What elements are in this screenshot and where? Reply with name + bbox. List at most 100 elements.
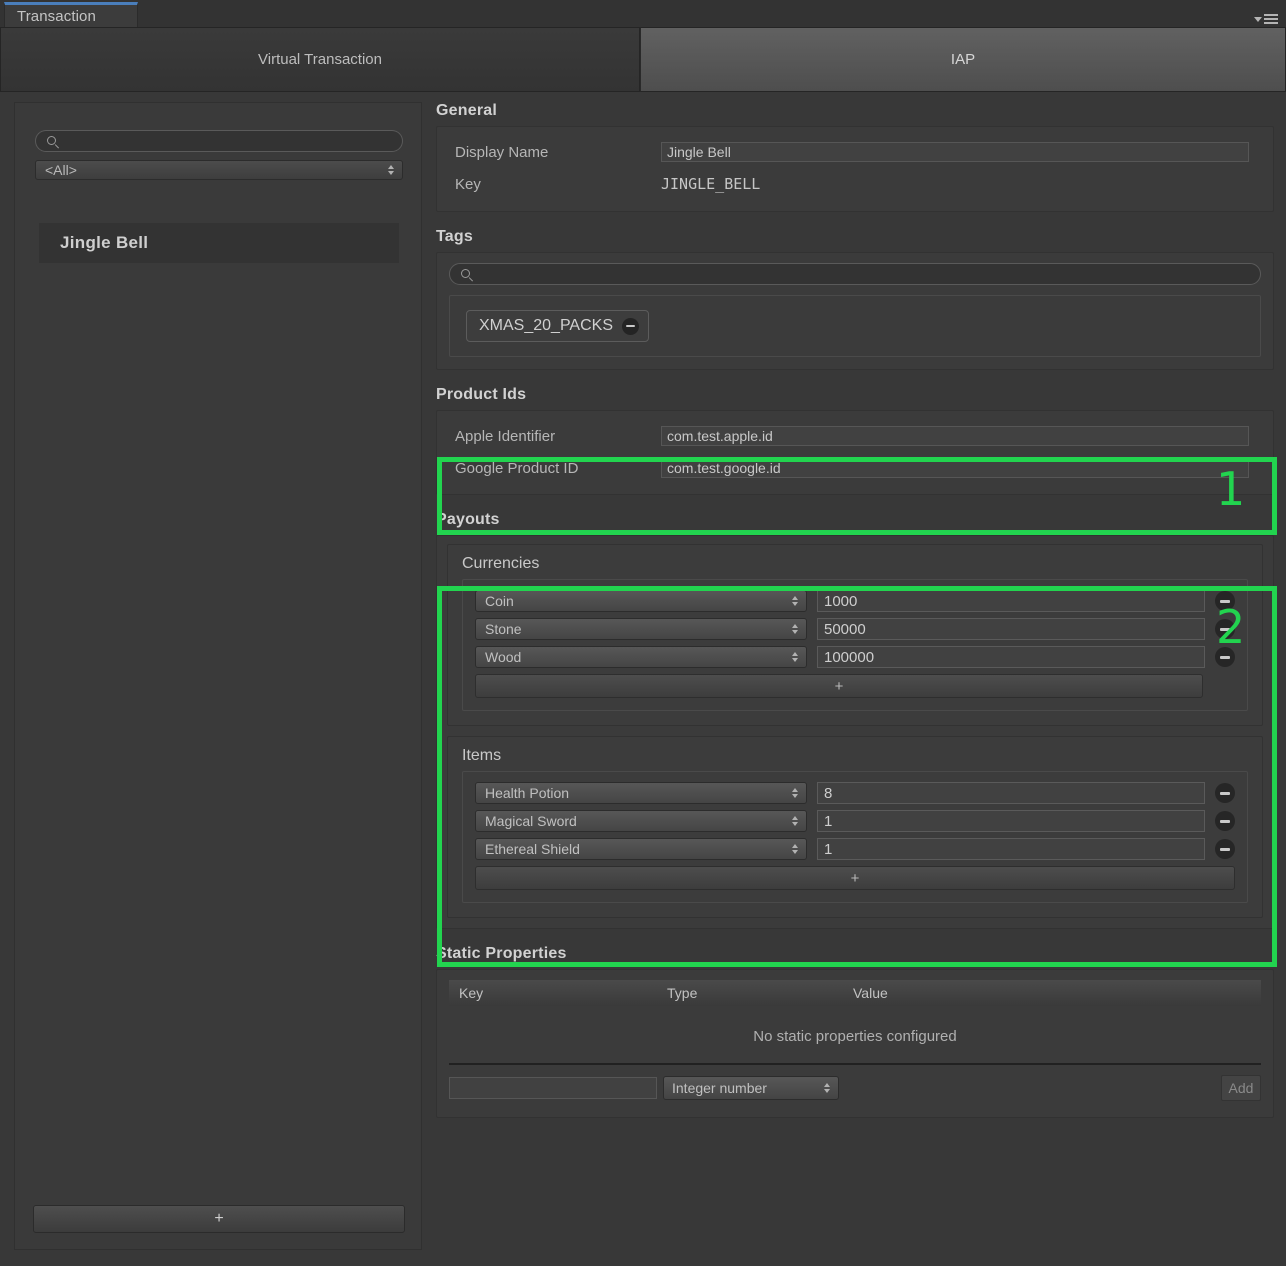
annotation-number-1: 1	[1216, 462, 1246, 516]
dropdown-arrows-icon	[792, 652, 798, 662]
transaction-list-sidebar: <All> Jingle Bell +	[14, 102, 422, 1250]
item-amount-value: 8	[824, 784, 833, 802]
chevron-down-icon	[1254, 16, 1262, 22]
list-item-label: Jingle Bell	[60, 233, 149, 252]
currency-select[interactable]: Wood	[475, 646, 807, 668]
sidebar-filter-dropdown[interactable]: <All>	[35, 160, 403, 180]
static-properties-header: Key Type Value	[449, 980, 1261, 1006]
item-select-value: Magical Sword	[485, 813, 577, 829]
currency-select-value: Coin	[485, 593, 514, 609]
static-properties-section-title: Static Properties	[436, 945, 567, 962]
currency-amount-field[interactable]: 100000	[817, 646, 1205, 668]
display-name-row: Display Name Jingle Bell	[437, 139, 1273, 165]
tag-chip-label: XMAS_20_PACKS	[479, 317, 613, 334]
add-transaction-label: +	[214, 1210, 224, 1227]
tab-virtual-transaction[interactable]: Virtual Transaction	[0, 27, 640, 92]
google-product-id-value: com.test.google.id	[667, 460, 781, 476]
currency-amount-value: 100000	[824, 648, 875, 666]
add-item-label: +	[850, 869, 860, 887]
search-icon	[461, 269, 470, 278]
google-product-id-field[interactable]: com.test.google.id	[661, 458, 1249, 478]
payout-row: Magical Sword 1	[475, 810, 1235, 832]
tab-iap-label: IAP	[950, 51, 976, 68]
payouts-panel: Currencies Coin 1000 Stone 50000 Wood 10…	[436, 535, 1274, 929]
static-properties-add-row: Integer number Add	[437, 1065, 1273, 1115]
currency-select[interactable]: Coin	[475, 590, 807, 612]
add-transaction-button[interactable]: +	[33, 1205, 405, 1233]
dropdown-arrows-icon	[792, 596, 798, 606]
payout-row: Coin 1000	[475, 590, 1235, 612]
key-value: JINGLE_BELL	[661, 175, 761, 193]
key-row: Key JINGLE_BELL	[437, 171, 1273, 197]
search-input[interactable]	[35, 130, 375, 152]
add-property-label: Add	[1228, 1080, 1254, 1096]
display-name-field[interactable]: Jingle Bell	[661, 142, 1249, 162]
window-options-menu[interactable]	[1254, 14, 1278, 24]
list-item[interactable]: Jingle Bell	[39, 223, 399, 263]
new-property-key-input[interactable]	[449, 1077, 657, 1099]
item-amount-value: 1	[824, 840, 833, 858]
transaction-type-tabstrip: Virtual Transaction IAP	[0, 27, 1286, 92]
currency-select[interactable]: Stone	[475, 618, 807, 640]
hamburger-menu-icon	[1264, 14, 1278, 24]
currency-amount-field[interactable]: 1000	[817, 590, 1205, 612]
payout-row: Health Potion 8	[475, 782, 1235, 804]
static-properties-panel: Key Type Value No static properties conf…	[436, 969, 1274, 1118]
item-amount-value: 1	[824, 812, 833, 830]
item-select[interactable]: Health Potion	[475, 782, 807, 804]
remove-item-icon[interactable]	[1215, 811, 1235, 831]
general-section-title: General	[436, 102, 497, 119]
key-label: Key	[455, 175, 481, 193]
inspector-column: General Display Name Jingle Bell Key JIN…	[436, 102, 1274, 1118]
add-currency-button[interactable]: +	[475, 674, 1203, 698]
dropdown-arrows-icon	[792, 816, 798, 826]
items-rows: Health Potion 8 Magical Sword 1 Ethereal…	[462, 771, 1248, 903]
apple-identifier-field[interactable]: com.test.apple.id	[661, 426, 1249, 446]
add-item-button[interactable]: +	[475, 866, 1235, 890]
tags-section-title: Tags	[436, 228, 473, 245]
payouts-section-title: Payouts	[436, 511, 500, 528]
payout-row: Stone 50000	[475, 618, 1235, 640]
items-panel: Items Health Potion 8 Magical Sword 1 Et…	[447, 736, 1263, 918]
new-property-type-value: Integer number	[672, 1080, 767, 1096]
currencies-label: Currencies	[462, 555, 540, 572]
new-property-type-select[interactable]: Integer number	[663, 1076, 839, 1100]
search-icon	[47, 136, 56, 145]
item-select[interactable]: Ethereal Shield	[475, 838, 807, 860]
item-select-value: Health Potion	[485, 785, 570, 801]
currency-amount-field[interactable]: 50000	[817, 618, 1205, 640]
apple-identifier-value: com.test.apple.id	[667, 428, 773, 444]
item-amount-field[interactable]: 1	[817, 810, 1205, 832]
item-amount-field[interactable]: 8	[817, 782, 1205, 804]
display-name-label: Display Name	[455, 143, 549, 161]
window-titlebar: Transaction	[0, 0, 1286, 27]
currency-select-value: Stone	[485, 621, 522, 637]
remove-item-icon[interactable]	[1215, 783, 1235, 803]
dropdown-arrows-icon	[824, 1083, 830, 1093]
google-product-id-row: Google Product ID com.test.google.id	[437, 455, 1273, 481]
tab-virtual-transaction-label: Virtual Transaction	[258, 51, 382, 68]
window-tab-label: Transaction	[17, 7, 96, 25]
window-tab-transaction[interactable]: Transaction	[4, 2, 138, 27]
google-product-id-label: Google Product ID	[455, 459, 579, 477]
product-ids-section-title: Product Ids	[436, 386, 527, 403]
dropdown-arrows-icon	[792, 624, 798, 634]
search-clear-button[interactable]	[373, 130, 403, 152]
dropdown-arrows-icon	[388, 165, 394, 175]
item-amount-field[interactable]: 1	[817, 838, 1205, 860]
tag-search-input[interactable]	[449, 263, 1261, 285]
product-ids-panel: Apple Identifier com.test.apple.id Googl…	[436, 410, 1274, 495]
tab-iap[interactable]: IAP	[640, 27, 1286, 92]
item-select[interactable]: Magical Sword	[475, 810, 807, 832]
unity-transaction-editor-window: Transaction Virtual Transaction IAP <All…	[0, 0, 1286, 1266]
remove-tag-icon[interactable]	[622, 317, 639, 335]
remove-item-icon[interactable]	[1215, 839, 1235, 859]
payout-row: Ethereal Shield 1	[475, 838, 1235, 860]
add-property-button[interactable]: Add	[1221, 1075, 1261, 1101]
general-panel: Display Name Jingle Bell Key JINGLE_BELL	[436, 126, 1274, 212]
tag-chip[interactable]: XMAS_20_PACKS	[466, 310, 649, 342]
add-currency-label: +	[834, 677, 844, 695]
display-name-value: Jingle Bell	[667, 144, 731, 160]
annotation-number-2: 2	[1216, 600, 1246, 654]
currency-amount-value: 1000	[824, 592, 858, 610]
